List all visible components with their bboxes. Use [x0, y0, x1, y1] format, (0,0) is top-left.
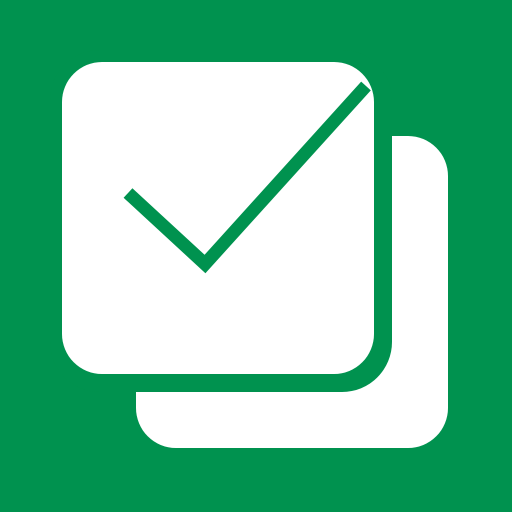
app-icon: [0, 0, 512, 512]
app-icon-graphic: [0, 0, 512, 512]
front-card: [62, 62, 374, 374]
